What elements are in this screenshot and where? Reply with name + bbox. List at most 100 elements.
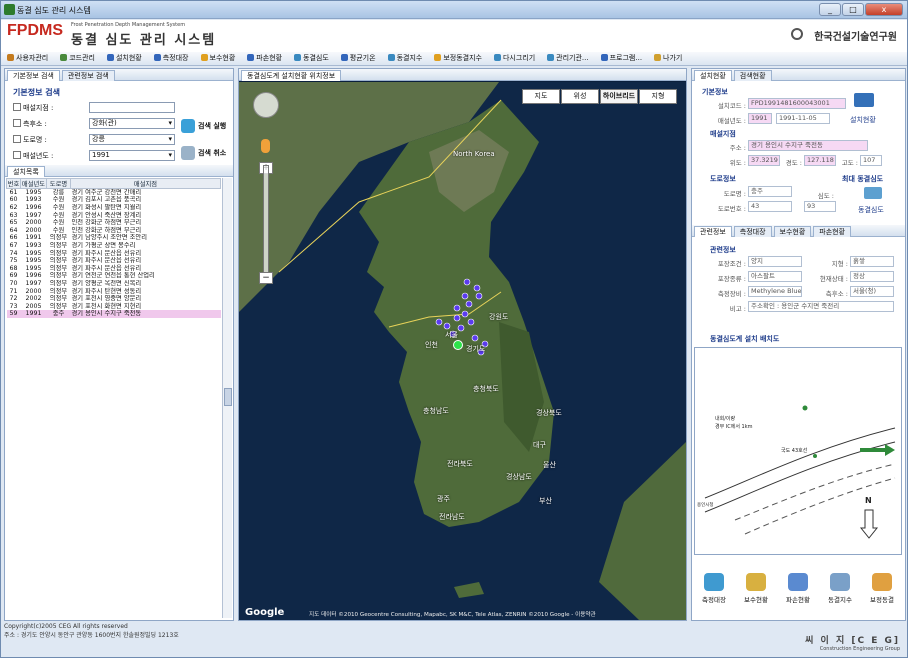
menu-user-admin[interactable]: 사용자관리 (1, 52, 54, 65)
install-code-field[interactable]: FPD1991481600043001 (748, 98, 846, 109)
table-row[interactable]: 61 1995 강릉 경기 여주군 강천면 간매리 (7, 189, 221, 197)
terrain-field[interactable]: 흙쌓 (850, 256, 894, 267)
table-row[interactable]: 60 1993 수원 경기 김포시 고촌읍 풍곡리 (7, 196, 221, 204)
road-name-field[interactable]: 충주 (748, 186, 792, 197)
site-marker[interactable] (471, 334, 479, 342)
table-row[interactable]: 64 2000 수원 인천 강화군 하점면 부근리 (7, 226, 221, 234)
repair-status-button[interactable]: 보수현황 (736, 573, 776, 604)
table-row[interactable]: 66 1991 의정부 경기 남양주시 조안면 조안리 (7, 234, 221, 242)
tab-install-status[interactable]: 설치현황 (694, 70, 732, 81)
selected-site-marker[interactable] (453, 340, 463, 350)
pave-cond-field[interactable]: 양지 (748, 256, 802, 267)
map-type-terrain[interactable]: 지형 (639, 89, 677, 104)
search-cancel-button[interactable]: 검색 취소 (181, 146, 226, 160)
table-row[interactable]: 62 1996 수원 경기 화성시 팔탄면 지월리 (7, 204, 221, 212)
menu-repair-status[interactable]: 보수현황 (195, 52, 242, 65)
damage-status-button[interactable]: 파손현황 (778, 573, 818, 604)
table-row[interactable]: 67 1993 의정부 경기 가평군 상면 봉수리 (7, 242, 221, 250)
scroll-thumb[interactable] (224, 388, 232, 406)
depth-field[interactable]: 93 (804, 201, 836, 212)
equipment-field[interactable]: Methylene Blue (748, 286, 802, 297)
site-marker[interactable] (435, 318, 443, 326)
map-type-satellite[interactable]: 위성 (561, 89, 599, 104)
table-row[interactable]: 69 1996 의정부 경기 연천군 연천읍 통현 산업리 (7, 272, 221, 280)
maximize-button[interactable]: □ (842, 3, 864, 16)
year-select[interactable]: 1991 (89, 150, 175, 161)
table-row[interactable]: 63 1997 수원 경기 안성시 죽산면 장계리 (7, 211, 221, 219)
freeze-index-button[interactable]: 동결지수 (820, 573, 860, 604)
menu-redraw[interactable]: 다시그리기 (488, 52, 541, 65)
zoom-out-button[interactable]: − (259, 272, 273, 284)
site-marker[interactable] (457, 324, 465, 332)
site-marker[interactable] (461, 292, 469, 300)
alt-field[interactable]: 107 (860, 155, 882, 166)
road-no-field[interactable]: 43 (748, 201, 792, 212)
table-row[interactable]: 70 1997 의정부 경기 양평군 옥천면 신복리 (7, 280, 221, 288)
station-field[interactable]: 서울(청) (850, 286, 894, 297)
zoom-slider[interactable] (263, 165, 269, 275)
menu-agency[interactable]: 관리기관... (541, 52, 594, 65)
menu-measure-ledger[interactable]: 측정대장 (148, 52, 195, 65)
frost-depth-link[interactable]: 동결심도 (858, 205, 884, 215)
menu-install-status[interactable]: 설치현황 (101, 52, 148, 65)
address-field[interactable]: 경기 용인시 수지구 죽전동 (748, 140, 868, 151)
menu-frost-depth[interactable]: 동결심도 (288, 52, 335, 65)
menu-freeze-index[interactable]: 동결지수 (382, 52, 429, 65)
menu-avg-temp[interactable]: 평균기온 (335, 52, 382, 65)
table-row[interactable]: 71 2000 의정부 경기 파주시 탄현면 성동리 (7, 287, 221, 295)
tab-repair-status[interactable]: 보수현황 (773, 226, 812, 237)
map-type-map[interactable]: 지도 (522, 89, 560, 104)
site-input[interactable] (89, 102, 175, 113)
list-scrollbar[interactable] (222, 178, 232, 618)
bury-date-picker[interactable]: 1991-11-05 (776, 113, 830, 124)
tab-install-list[interactable]: 설치목록 (7, 166, 45, 177)
site-marker[interactable] (453, 314, 461, 322)
menu-damage-status[interactable]: 파손현황 (241, 52, 288, 65)
tab-related-search[interactable]: 관련정보 검색 (61, 70, 115, 81)
tab-measure-ledger[interactable]: 측정대장 (733, 226, 772, 237)
road-select[interactable]: 강릉 (89, 134, 175, 145)
col-road[interactable]: 도로명 (46, 178, 71, 189)
close-button[interactable]: x (865, 3, 903, 16)
table-row[interactable]: 72 2002 의정부 경기 포천시 영중면 양문리 (7, 295, 221, 303)
bury-year-field[interactable]: 1991 (748, 113, 772, 124)
corrected-freeze-button[interactable]: 보정동결 (862, 573, 902, 604)
table-row[interactable]: 59 1991 충주 경기 용인시 수지구 죽전동 (6, 310, 221, 318)
col-year[interactable]: 매설년도 (20, 178, 47, 189)
tab-damage-status[interactable]: 파손현황 (813, 226, 852, 237)
pave-type-field[interactable]: 아스팔트 (748, 271, 802, 282)
pan-control[interactable] (253, 92, 279, 118)
road-checkbox[interactable] (13, 135, 21, 143)
map-type-hybrid[interactable]: 하이브리드 (600, 89, 638, 104)
minimize-button[interactable]: _ (819, 3, 841, 16)
install-status-link[interactable]: 설치현황 (850, 115, 876, 125)
site-marker[interactable] (463, 278, 471, 286)
site-marker[interactable] (443, 322, 451, 330)
map-view[interactable]: 지도위성하이브리드지형 + − North Korea 서울 인천 경기도 충청… (239, 82, 686, 620)
menu-exit[interactable]: 나가기 (648, 52, 688, 65)
table-row[interactable]: 68 1995 의정부 경기 파주시 문산읍 선유리 (7, 264, 221, 272)
measure-ledger-button[interactable]: 측정대장 (694, 573, 734, 604)
tab-related-info[interactable]: 관련정보 (694, 226, 732, 237)
site-marker[interactable] (465, 300, 473, 308)
menu-program[interactable]: 프로그램... (595, 52, 648, 65)
menu-corrected-index[interactable]: 보정동결지수 (428, 52, 488, 65)
site-marker[interactable] (453, 304, 461, 312)
site-marker[interactable] (467, 318, 475, 326)
table-row[interactable]: 74 1995 의정부 경기 파주시 문산읍 선유리 (7, 249, 221, 257)
station-select[interactable]: 강화(관) (89, 118, 175, 129)
col-no[interactable]: 번호 (6, 178, 21, 189)
street-view-pegman-icon[interactable] (261, 139, 270, 153)
site-marker[interactable] (461, 310, 469, 318)
table-row[interactable]: 65 2000 수원 인천 강화군 하점면 부근리 (7, 219, 221, 227)
tab-basic-search[interactable]: 기본정보 검색 (7, 70, 60, 81)
table-row[interactable]: 75 1995 의정부 경기 파주시 문산읍 선유리 (7, 257, 221, 265)
search-run-button[interactable]: 검색 실행 (181, 119, 226, 133)
table-row[interactable]: 73 2005 의정부 경기 포천시 화현면 지현리 (7, 302, 221, 310)
col-site[interactable]: 매설지점 (70, 178, 221, 189)
site-checkbox[interactable] (13, 103, 21, 111)
tab-search-status[interactable]: 검색현황 (733, 70, 772, 81)
station-checkbox[interactable] (13, 119, 21, 127)
menu-code-admin[interactable]: 코드관리 (54, 52, 101, 65)
year-checkbox[interactable] (13, 151, 21, 159)
